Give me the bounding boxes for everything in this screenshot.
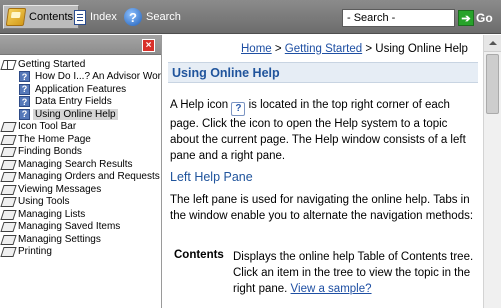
open-book-icon <box>1 59 15 70</box>
tab-search[interactable]: ? Search <box>124 7 181 27</box>
tree-book-managing-settings[interactable]: Managing Settings <box>0 233 161 246</box>
tree-item-label: Managing Saved Items <box>18 221 121 233</box>
scroll-thumb[interactable] <box>486 54 499 114</box>
intro-text-a: A Help icon <box>170 99 232 111</box>
tree-item-label: Viewing Messages <box>18 183 102 195</box>
tree-book-getting-started[interactable]: Getting Started <box>0 58 161 71</box>
tree-book-printing[interactable]: Printing <box>0 246 161 259</box>
close-pane-button[interactable]: × <box>142 39 155 52</box>
go-button[interactable]: ➔ Go <box>458 9 493 27</box>
closed-book-icon <box>1 209 15 220</box>
closed-book-icon <box>1 246 15 257</box>
right-pane: Home > Getting Started > Using Online He… <box>163 35 483 308</box>
search-input[interactable] <box>342 9 455 27</box>
tree-item-label: Getting Started <box>18 58 86 70</box>
help-topic-icon: ? <box>19 108 30 120</box>
tree-item-label: Printing <box>18 246 52 258</box>
breadcrumb-separator: > <box>271 43 285 55</box>
tree-item-label: Application Features <box>35 83 127 95</box>
tab-contents-label: Contents <box>29 11 74 23</box>
left-pane: × Getting Started ? How Do I...? An Advi… <box>0 35 162 308</box>
tree-item-label: Icon Tool Bar <box>18 121 77 133</box>
closed-book-icon <box>1 159 15 170</box>
help-topic-icon: ? <box>19 83 30 95</box>
tab-search-label: Search <box>146 11 181 23</box>
tree-book-finding-bonds[interactable]: Finding Bonds <box>0 146 161 159</box>
tree-item-label: How Do I...? An Advisor Wor <box>35 71 161 83</box>
tab-contents[interactable]: Contents <box>3 5 80 29</box>
tree-book-using-tools[interactable]: Using Tools <box>0 196 161 209</box>
tree-book-icon-tool-bar[interactable]: Icon Tool Bar <box>0 121 161 134</box>
closed-book-icon <box>1 171 15 182</box>
closed-book-icon <box>1 121 15 132</box>
tree-item-label: Managing Orders and Requests <box>18 171 160 183</box>
arrow-right-icon: ➔ <box>458 10 474 26</box>
closed-book-icon <box>1 196 15 207</box>
breadcrumb: Home > Getting Started > Using Online He… <box>241 43 468 55</box>
toolbar: Contents Index ? Search ➔ Go <box>0 0 501 34</box>
tree-item-label: Data Entry Fields <box>35 96 112 108</box>
tree-book-managing-lists[interactable]: Managing Lists <box>0 208 161 221</box>
page-title: Using Online Help <box>172 66 280 80</box>
breadcrumb-current: Using Online Help <box>375 43 468 55</box>
breadcrumb-home-link[interactable]: Home <box>241 43 272 55</box>
closed-book-icon <box>1 184 15 195</box>
tree-book-managing-search-results[interactable]: Managing Search Results <box>0 158 161 171</box>
tab-index[interactable]: Index <box>74 7 117 27</box>
definition-body-contents: Displays the online help Table of Conten… <box>233 249 478 297</box>
open-book-icon <box>5 8 27 26</box>
tree-book-managing-saved-items[interactable]: Managing Saved Items <box>0 221 161 234</box>
vertical-scrollbar[interactable] <box>483 35 501 308</box>
contents-tree: Getting Started ? How Do I...? An Adviso… <box>0 55 161 258</box>
breadcrumb-getting-started-link[interactable]: Getting Started <box>285 43 362 55</box>
tree-item-label: Finding Bonds <box>18 146 82 158</box>
tree-topic-using-online-help[interactable]: ? Using Online Help <box>0 108 161 121</box>
tree-item-label: Using Tools <box>18 196 70 208</box>
left-pane-header: × <box>0 35 161 55</box>
definition-term-contents: Contents <box>174 249 224 261</box>
left-help-pane-heading: Left Help Pane <box>170 170 253 184</box>
tree-item-label: The Home Page <box>18 133 91 145</box>
title-bar: Using Online Help <box>168 62 478 83</box>
closed-book-icon <box>1 221 15 232</box>
scroll-up-arrow-icon[interactable] <box>484 35 501 52</box>
intro-paragraph: A Help icon ? is located in the top righ… <box>170 97 478 164</box>
closed-book-icon <box>1 146 15 157</box>
go-label: Go <box>476 11 493 25</box>
closed-book-icon <box>1 234 15 245</box>
breadcrumb-separator: > <box>362 43 376 55</box>
help-topic-icon: ? <box>19 71 30 83</box>
tree-item-label: Managing Lists <box>18 208 86 220</box>
tree-book-viewing-messages[interactable]: Viewing Messages <box>0 183 161 196</box>
tree-topic-how-do-i[interactable]: ? How Do I...? An Advisor Wor <box>0 71 161 84</box>
closed-book-icon <box>1 134 15 145</box>
help-question-icon: ? <box>124 8 142 26</box>
index-icon <box>74 9 86 25</box>
help-topic-icon: ? <box>19 96 30 108</box>
tree-item-label: Managing Settings <box>18 233 101 245</box>
left-pane-paragraph: The left pane is used for navigating the… <box>170 194 474 222</box>
view-sample-link[interactable]: View a sample? <box>291 283 372 295</box>
help-icon: ? <box>231 102 246 116</box>
tree-book-managing-orders[interactable]: Managing Orders and Requests <box>0 171 161 184</box>
tab-index-label: Index <box>90 11 117 23</box>
tree-topic-data-entry-fields[interactable]: ? Data Entry Fields <box>0 96 161 109</box>
tree-item-label: Using Online Help <box>33 108 118 120</box>
tree-item-label: Managing Search Results <box>18 158 133 170</box>
tree-book-home-page[interactable]: The Home Page <box>0 133 161 146</box>
tree-topic-application-features[interactable]: ? Application Features <box>0 83 161 96</box>
